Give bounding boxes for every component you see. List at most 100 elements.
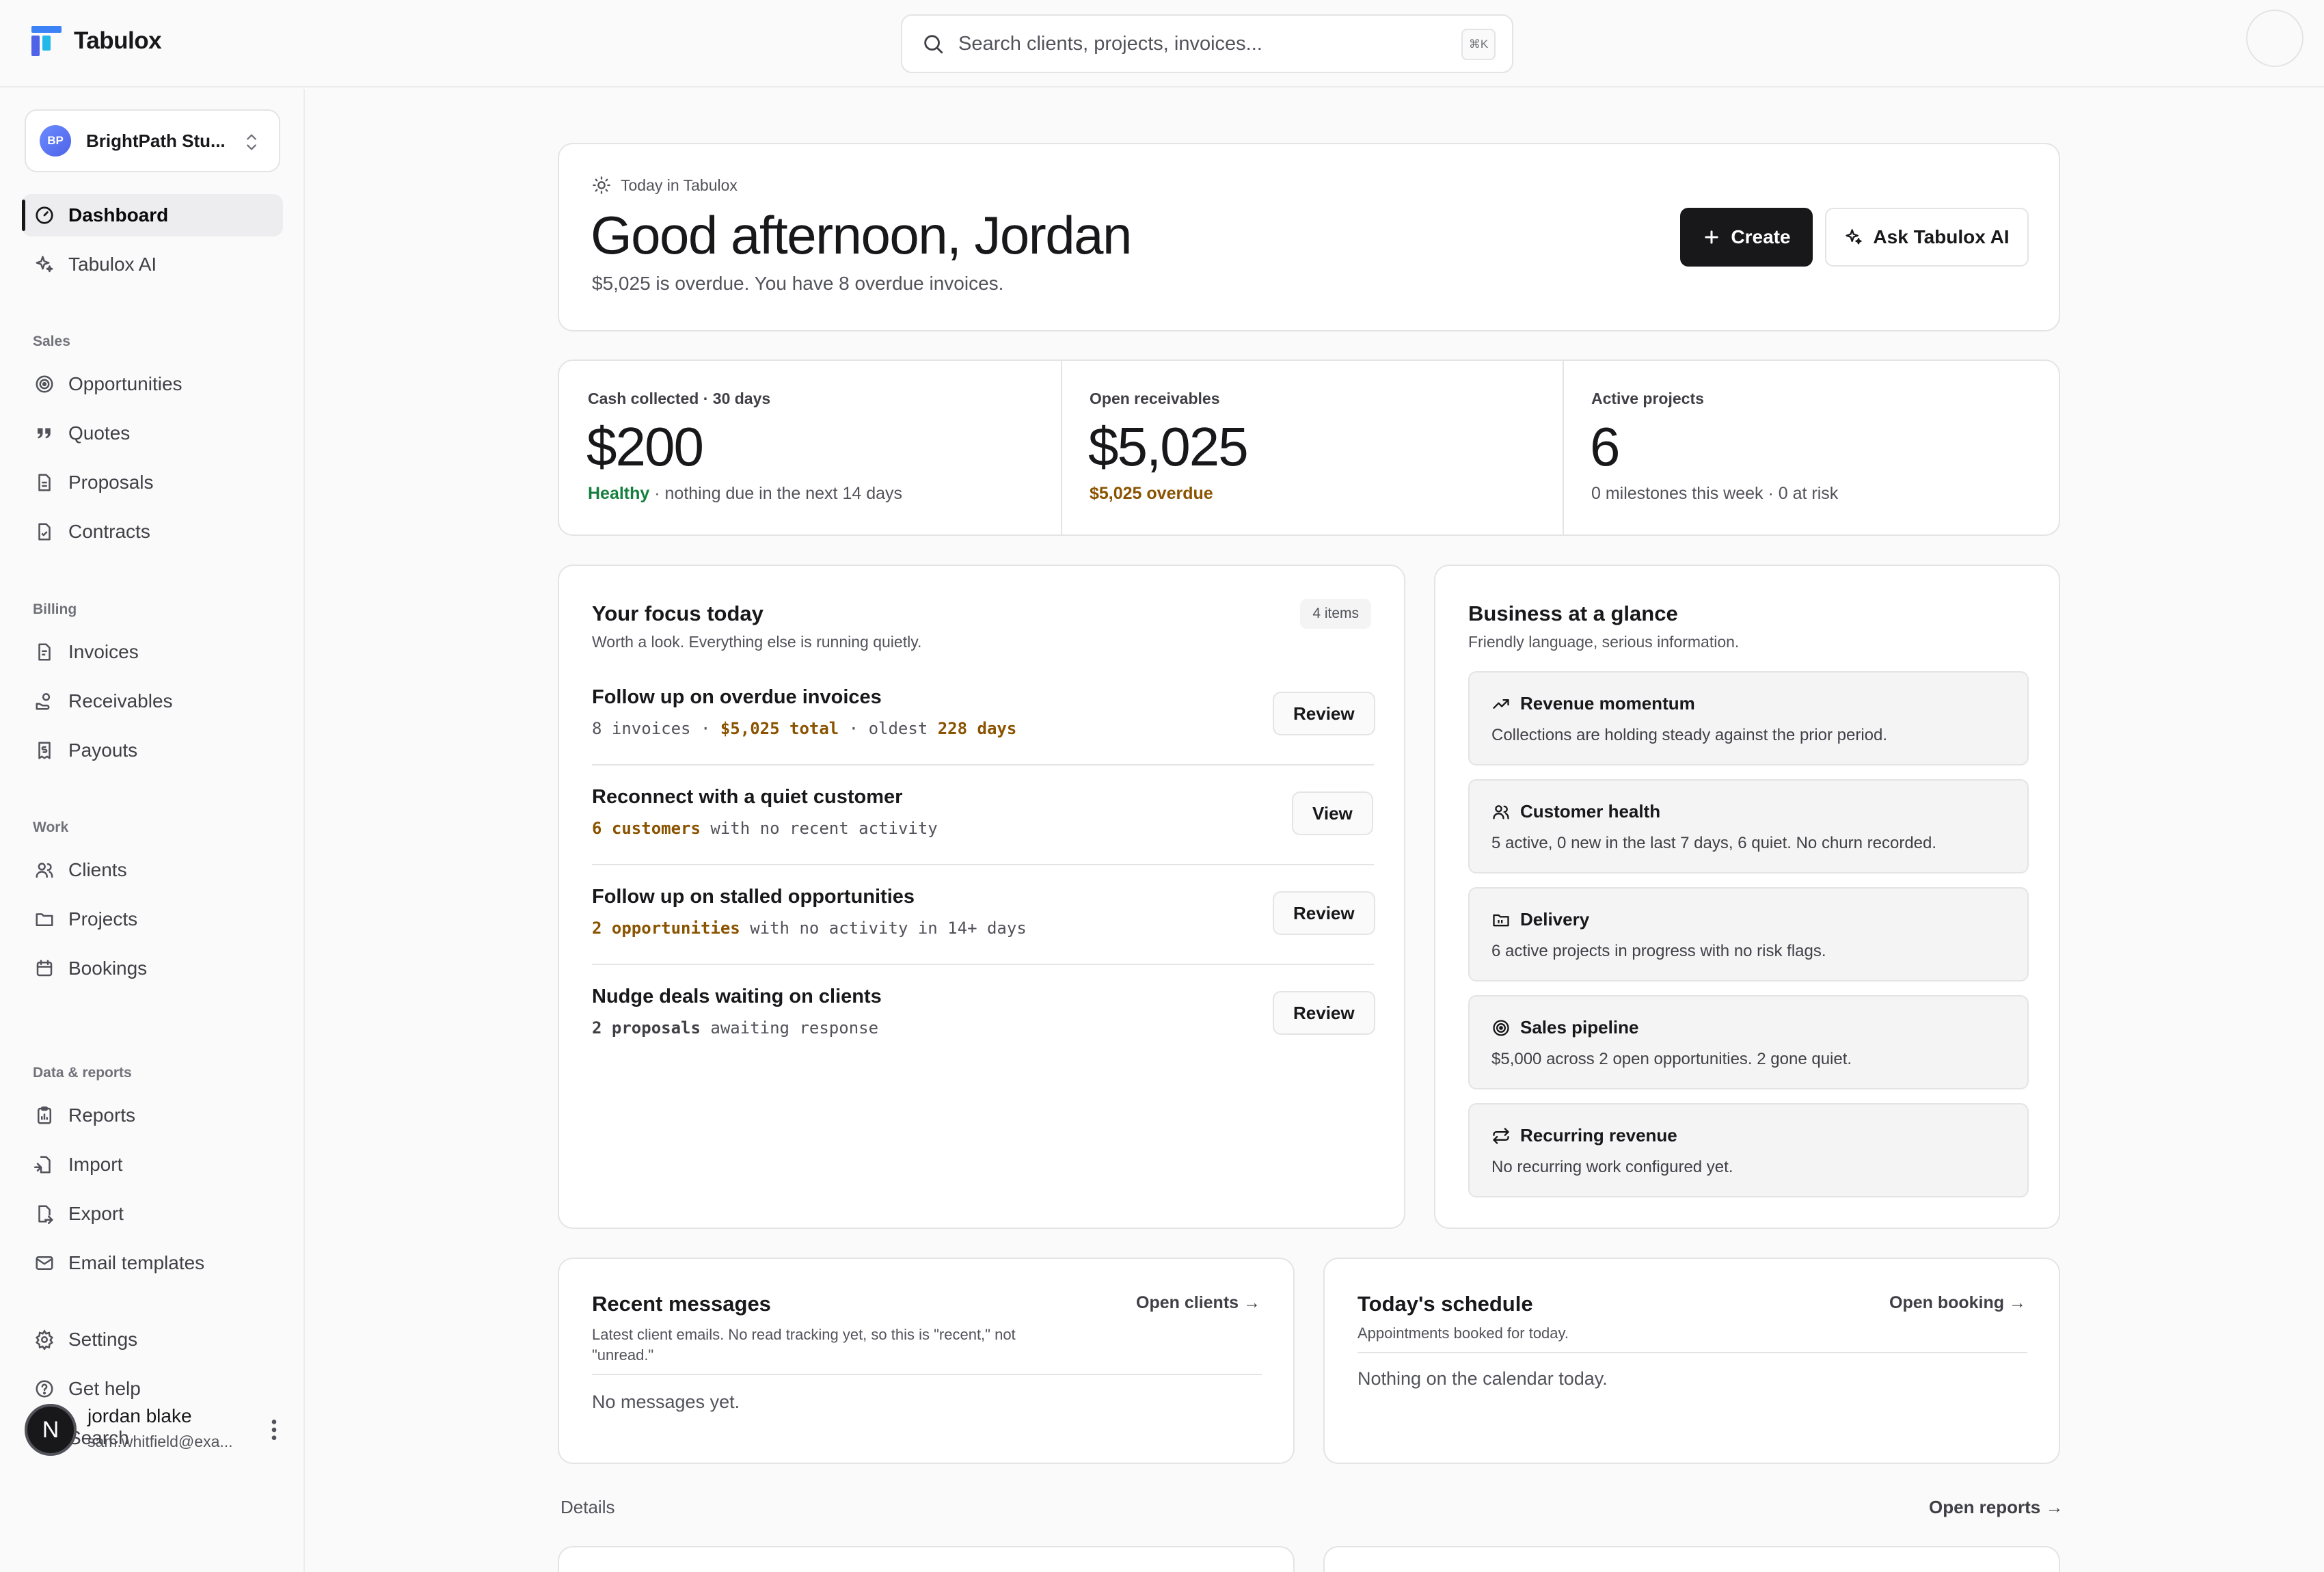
sidebar-item-label: Email templates (68, 1252, 205, 1273)
sidebar-item-contracts[interactable]: Contracts (22, 511, 283, 553)
stat-value: 6 (1590, 416, 1620, 477)
details-card-left (558, 1546, 1295, 1572)
stat-note-text: · nothing due in the next 14 days (649, 484, 903, 503)
open-booking-link[interactable]: Open booking → (1889, 1293, 2026, 1313)
sidebar-item-export[interactable]: Export (22, 1193, 283, 1235)
sidebar-item-import[interactable]: Import (22, 1143, 283, 1186)
detail-highlight: 228 days (937, 719, 1017, 738)
stat-open-receivables[interactable]: Open receivables $5,025 $5,025 overdue (1061, 361, 1563, 534)
user-email: sam.whitfield@exa... (87, 1433, 233, 1450)
global-search[interactable]: Search clients, projects, invoices... ⌘K (901, 14, 1513, 73)
details-section-label: Details (560, 1497, 615, 1517)
sidebar-item-label: Get help (68, 1378, 141, 1399)
repeat-icon (1493, 1127, 1509, 1144)
create-button[interactable]: Create (1680, 208, 1813, 267)
sidebar-item-label: Opportunities (68, 373, 183, 394)
sidebar-item-label: Import (68, 1154, 123, 1175)
sidebar-item-label: Reports (68, 1105, 136, 1126)
sidebar-item-email-templates[interactable]: Email templates (22, 1242, 283, 1284)
detail-highlight: 2 opportunities (592, 919, 740, 938)
hand-coins-icon (36, 693, 51, 710)
today-eyebrow: Today in Tabulox (592, 176, 738, 195)
sidebar-item-label: Settings (68, 1329, 138, 1350)
review-overdue-button[interactable]: Review (1273, 692, 1375, 735)
gear-icon (36, 1329, 53, 1350)
search-input[interactable]: Search clients, projects, invoices... (958, 33, 1262, 55)
stat-label: Open receivables (1090, 390, 1220, 407)
user-menu[interactable]: N jordan blake sam.whitfield@exa... (25, 1402, 284, 1457)
sidebar-item-label: Contracts (68, 521, 150, 542)
sidebar-item-quotes[interactable]: Quotes (22, 412, 283, 455)
view-quiet-customer-button[interactable]: View (1292, 791, 1373, 835)
stat-cash-collected[interactable]: Cash collected · 30 days $200 Healthy · … (559, 361, 1061, 534)
open-clients-link[interactable]: Open clients → (1136, 1293, 1260, 1313)
review-proposals-button[interactable]: Review (1273, 991, 1375, 1035)
glance-item-header: Sales pipeline (1491, 1017, 1638, 1038)
more-vertical-icon[interactable] (264, 1416, 284, 1444)
glance-sales-pipeline[interactable]: Sales pipeline $5,000 across 2 open oppo… (1468, 995, 2029, 1089)
glance-delivery[interactable]: Delivery 6 active projects in progress w… (1468, 887, 2029, 981)
sidebar-item-clients[interactable]: Clients (22, 849, 283, 891)
sidebar-item-receivables[interactable]: Receivables (22, 680, 283, 722)
clipboard-chart-icon (38, 1106, 51, 1124)
sidebar: BP BrightPath Stu... Dashboard Tabulox A… (0, 89, 305, 1572)
glance-item-title: Customer health (1520, 801, 1661, 822)
sidebar-item-invoices[interactable]: Invoices (22, 631, 283, 673)
detail-highlight: 2 proposals (592, 1018, 701, 1038)
focus-item-detail: 6 customers with no recent activity (592, 819, 938, 838)
detail-text: with no recent activity (700, 819, 938, 838)
page-title: Good afternoon, Jordan (591, 205, 1132, 265)
help-circle-icon (36, 1380, 53, 1398)
sidebar-item-payouts[interactable]: Payouts (22, 729, 283, 772)
status-overdue: $5,025 overdue (1090, 484, 1213, 503)
glance-item-header: Customer health (1491, 801, 1660, 822)
stat-active-projects[interactable]: Active projects 6 0 milestones this week… (1563, 361, 2062, 534)
ask-ai-button[interactable]: Ask Tabulox AI (1825, 208, 2029, 267)
sidebar-item-settings[interactable]: Settings (22, 1318, 283, 1361)
focus-item-title: Nudge deals waiting on clients (592, 986, 882, 1007)
sidebar-item-label: Export (68, 1203, 124, 1224)
divider (592, 1374, 1262, 1375)
glance-item-header: Revenue momentum (1491, 693, 1695, 714)
sidebar-item-proposals[interactable]: Proposals (22, 461, 283, 504)
users-icon (1493, 804, 1509, 819)
stat-note: 0 milestones this week · 0 at risk (1591, 484, 1839, 503)
glance-recurring-revenue[interactable]: Recurring revenue No recurring work conf… (1468, 1103, 2029, 1197)
chevron-up-down-icon (247, 134, 256, 150)
create-button-label: Create (1731, 226, 1791, 247)
sidebar-item-dashboard[interactable]: Dashboard (22, 194, 283, 236)
sidebar-item-label: Bookings (68, 958, 148, 979)
sun-icon (593, 176, 610, 194)
focus-item-detail: 2 proposals awaiting response (592, 1018, 878, 1038)
sidebar-item-reports[interactable]: Reports (22, 1094, 283, 1137)
open-reports-link[interactable]: Open reports → (1929, 1497, 2063, 1518)
workspace-switcher[interactable]: BP BrightPath Stu... (25, 109, 280, 172)
sidebar-item-ai[interactable]: Tabulox AI (22, 243, 283, 286)
detail-text: · oldest (839, 719, 938, 738)
glance-title: Business at a glance (1468, 601, 1678, 625)
app-logo[interactable]: Tabulox (31, 26, 162, 56)
sidebar-item-label: Tabulox AI (68, 254, 157, 275)
sidebar-item-projects[interactable]: Projects (22, 898, 283, 940)
glance-customer-health[interactable]: Customer health 5 active, 0 new in the l… (1468, 779, 2029, 873)
top-user-avatar[interactable] (2246, 10, 2303, 67)
sidebar-item-opportunities[interactable]: Opportunities (22, 363, 283, 405)
detail-text: awaiting response (700, 1018, 879, 1038)
glance-item-title: Revenue momentum (1520, 693, 1695, 714)
sidebar-item-label: Clients (68, 859, 127, 880)
glance-item-header: Delivery (1491, 909, 1589, 930)
focus-subtitle: Worth a look. Everything else is running… (592, 633, 922, 651)
greeting-card: Today in Tabulox Good afternoon, Jordan … (558, 143, 2060, 331)
sidebar-item-bookings[interactable]: Bookings (22, 947, 283, 990)
top-bar: Tabulox Search clients, projects, invoic… (0, 0, 2324, 87)
glance-item-body: 6 active projects in progress with no ri… (1491, 942, 1826, 960)
sparkles-icon (36, 256, 53, 273)
review-stalled-button[interactable]: Review (1273, 891, 1375, 935)
search-icon (924, 35, 943, 54)
glance-item-header: Recurring revenue (1491, 1125, 1677, 1146)
schedule-card: Today's schedule Open booking → Appointm… (1323, 1258, 2060, 1464)
sparkles-icon (1846, 229, 1863, 245)
stat-label: Active projects (1591, 390, 1704, 407)
glance-revenue-momentum[interactable]: Revenue momentum Collections are holding… (1468, 671, 2029, 765)
overdue-summary: $5,025 is overdue. You have 8 overdue in… (592, 273, 1004, 294)
